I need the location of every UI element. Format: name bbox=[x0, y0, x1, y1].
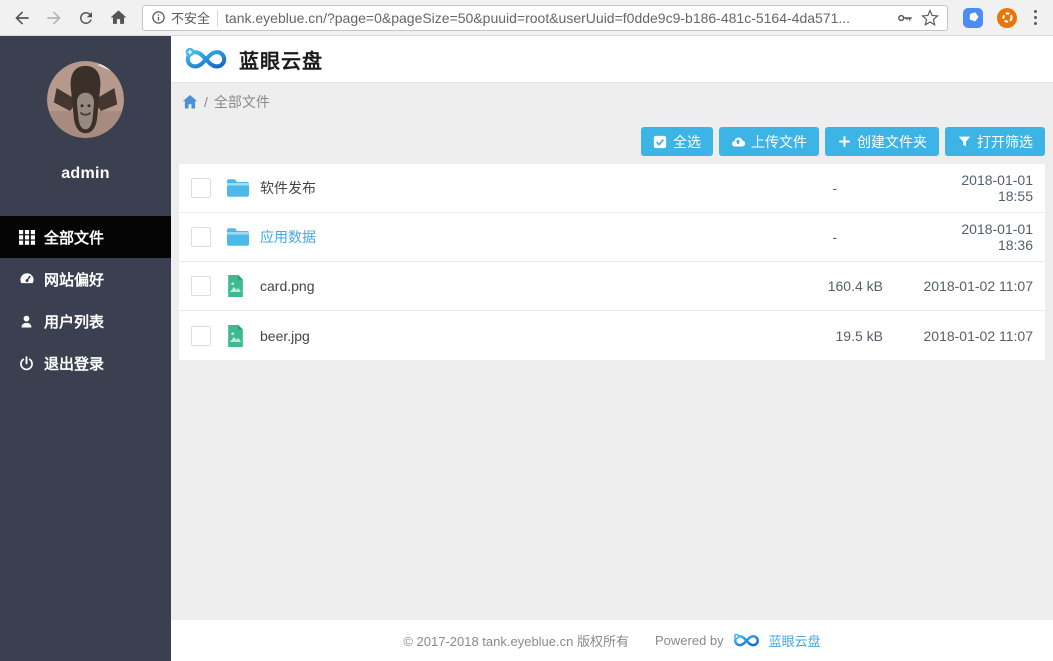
sidebar-item-label: 用户列表 bbox=[44, 311, 104, 332]
key-icon bbox=[896, 9, 914, 27]
extension-blue-button[interactable] bbox=[962, 7, 984, 29]
powered-by-text: Powered by bbox=[655, 633, 724, 648]
password-key-button[interactable] bbox=[896, 9, 914, 27]
extension-orange-icon bbox=[997, 8, 1017, 28]
image-file-icon bbox=[226, 325, 250, 347]
folder-icon bbox=[226, 226, 250, 248]
footer-logo-icon bbox=[732, 632, 761, 649]
browser-menu-button[interactable] bbox=[1026, 6, 1045, 29]
sidebar: admin 全部文件 网站偏好 用户列表 退出登录 bbox=[0, 36, 171, 661]
avatar[interactable] bbox=[47, 61, 124, 138]
cloud-upload-icon bbox=[731, 135, 745, 149]
extension-orange-button[interactable] bbox=[996, 7, 1018, 29]
security-chip[interactable]: 不安全 bbox=[151, 8, 210, 27]
sidebar-item-label: 退出登录 bbox=[44, 353, 104, 374]
app-logo-icon bbox=[183, 45, 229, 73]
breadcrumb-home-icon[interactable] bbox=[182, 94, 198, 110]
home-button[interactable] bbox=[104, 4, 132, 32]
file-name[interactable]: 软件发布 bbox=[260, 178, 316, 198]
file-table: 软件发布 - 2018-01-01 18:55 应用数据 - 2018-01-0… bbox=[179, 164, 1045, 360]
refresh-button[interactable] bbox=[72, 4, 100, 32]
file-date: 2018-01-01 18:36 bbox=[923, 221, 1033, 253]
upload-file-button[interactable]: 上传文件 bbox=[719, 127, 819, 156]
security-label: 不安全 bbox=[171, 8, 210, 27]
file-size: - bbox=[793, 180, 883, 196]
file-date: 2018-01-01 18:55 bbox=[923, 172, 1033, 204]
forward-icon bbox=[44, 8, 64, 28]
image-file-icon bbox=[226, 275, 250, 297]
footer-brand-link[interactable]: 蓝眼云盘 bbox=[769, 631, 821, 650]
dashboard-icon bbox=[18, 271, 35, 288]
breadcrumb-separator: / bbox=[204, 94, 208, 110]
create-folder-button[interactable]: 创建文件夹 bbox=[825, 127, 939, 156]
content: / 全部文件 全选 上传文件 bbox=[171, 83, 1053, 620]
main-area: 蓝眼云盘 / 全部文件 全选 bbox=[171, 36, 1053, 661]
copyright-text: © 2017-2018 tank.eyeblue.cn 版权所有 bbox=[403, 631, 629, 650]
username: admin bbox=[0, 165, 171, 183]
checkbox-icon bbox=[653, 135, 667, 149]
file-row[interactable]: 软件发布 - 2018-01-01 18:55 bbox=[179, 164, 1045, 213]
screen: 不安全 tank.eyeblue.cn/?page=0&pageSize=50&… bbox=[0, 0, 1053, 661]
sidebar-item-用户列表[interactable]: 用户列表 bbox=[0, 300, 171, 342]
row-checkbox[interactable] bbox=[191, 227, 211, 247]
browser-toolbar: 不安全 tank.eyeblue.cn/?page=0&pageSize=50&… bbox=[0, 0, 1053, 36]
refresh-icon bbox=[77, 9, 95, 27]
grid-icon bbox=[18, 229, 35, 246]
power-icon bbox=[18, 355, 35, 372]
open-filter-button[interactable]: 打开筛选 bbox=[945, 127, 1045, 156]
row-checkbox[interactable] bbox=[191, 178, 211, 198]
action-bar: 全选 上传文件 创建文件夹 bbox=[171, 120, 1053, 163]
select-all-button[interactable]: 全选 bbox=[641, 127, 713, 156]
sidebar-item-网站偏好[interactable]: 网站偏好 bbox=[0, 258, 171, 300]
row-checkbox[interactable] bbox=[191, 326, 211, 346]
back-button[interactable] bbox=[8, 4, 36, 32]
file-size: - bbox=[793, 229, 883, 245]
sidebar-item-退出登录[interactable]: 退出登录 bbox=[0, 342, 171, 384]
forward-button[interactable] bbox=[40, 4, 68, 32]
omnibox-separator bbox=[217, 10, 218, 26]
file-name[interactable]: beer.jpg bbox=[260, 328, 310, 344]
breadcrumb: / 全部文件 bbox=[171, 83, 1053, 120]
star-icon bbox=[921, 9, 939, 27]
extension-blue-icon bbox=[963, 8, 983, 28]
back-icon bbox=[12, 8, 32, 28]
info-icon bbox=[151, 10, 166, 25]
file-row[interactable]: 应用数据 - 2018-01-01 18:36 bbox=[179, 213, 1045, 262]
home-icon bbox=[109, 8, 128, 27]
sidebar-menu: 全部文件 网站偏好 用户列表 退出登录 bbox=[0, 216, 171, 384]
address-bar[interactable]: 不安全 tank.eyeblue.cn/?page=0&pageSize=50&… bbox=[142, 5, 948, 31]
file-date: 2018-01-02 11:07 bbox=[923, 328, 1033, 344]
user-icon bbox=[18, 313, 35, 330]
file-row[interactable]: beer.jpg 19.5 kB 2018-01-02 11:07 bbox=[179, 311, 1045, 360]
file-name[interactable]: card.png bbox=[260, 278, 314, 294]
file-size: 160.4 kB bbox=[793, 278, 883, 294]
file-row[interactable]: card.png 160.4 kB 2018-01-02 11:07 bbox=[179, 262, 1045, 311]
app-header: 蓝眼云盘 bbox=[171, 36, 1053, 83]
bookmark-star-button[interactable] bbox=[921, 9, 939, 27]
sidebar-item-label: 全部文件 bbox=[44, 227, 104, 248]
filter-icon bbox=[957, 135, 971, 149]
app-window: admin 全部文件 网站偏好 用户列表 退出登录 蓝眼云盘 / 全部文件 bbox=[0, 36, 1053, 661]
sidebar-item-全部文件[interactable]: 全部文件 bbox=[0, 216, 171, 258]
folder-icon bbox=[226, 177, 250, 199]
sidebar-item-label: 网站偏好 bbox=[44, 269, 104, 290]
footer: © 2017-2018 tank.eyeblue.cn 版权所有 Powered… bbox=[171, 620, 1053, 661]
app-title: 蓝眼云盘 bbox=[239, 45, 323, 74]
file-size: 19.5 kB bbox=[793, 328, 883, 344]
url-text[interactable]: tank.eyeblue.cn/?page=0&pageSize=50&puui… bbox=[225, 10, 889, 26]
breadcrumb-current[interactable]: 全部文件 bbox=[214, 92, 270, 112]
file-date: 2018-01-02 11:07 bbox=[923, 278, 1033, 294]
file-name[interactable]: 应用数据 bbox=[260, 227, 316, 247]
plus-icon bbox=[837, 135, 851, 149]
row-checkbox[interactable] bbox=[191, 276, 211, 296]
